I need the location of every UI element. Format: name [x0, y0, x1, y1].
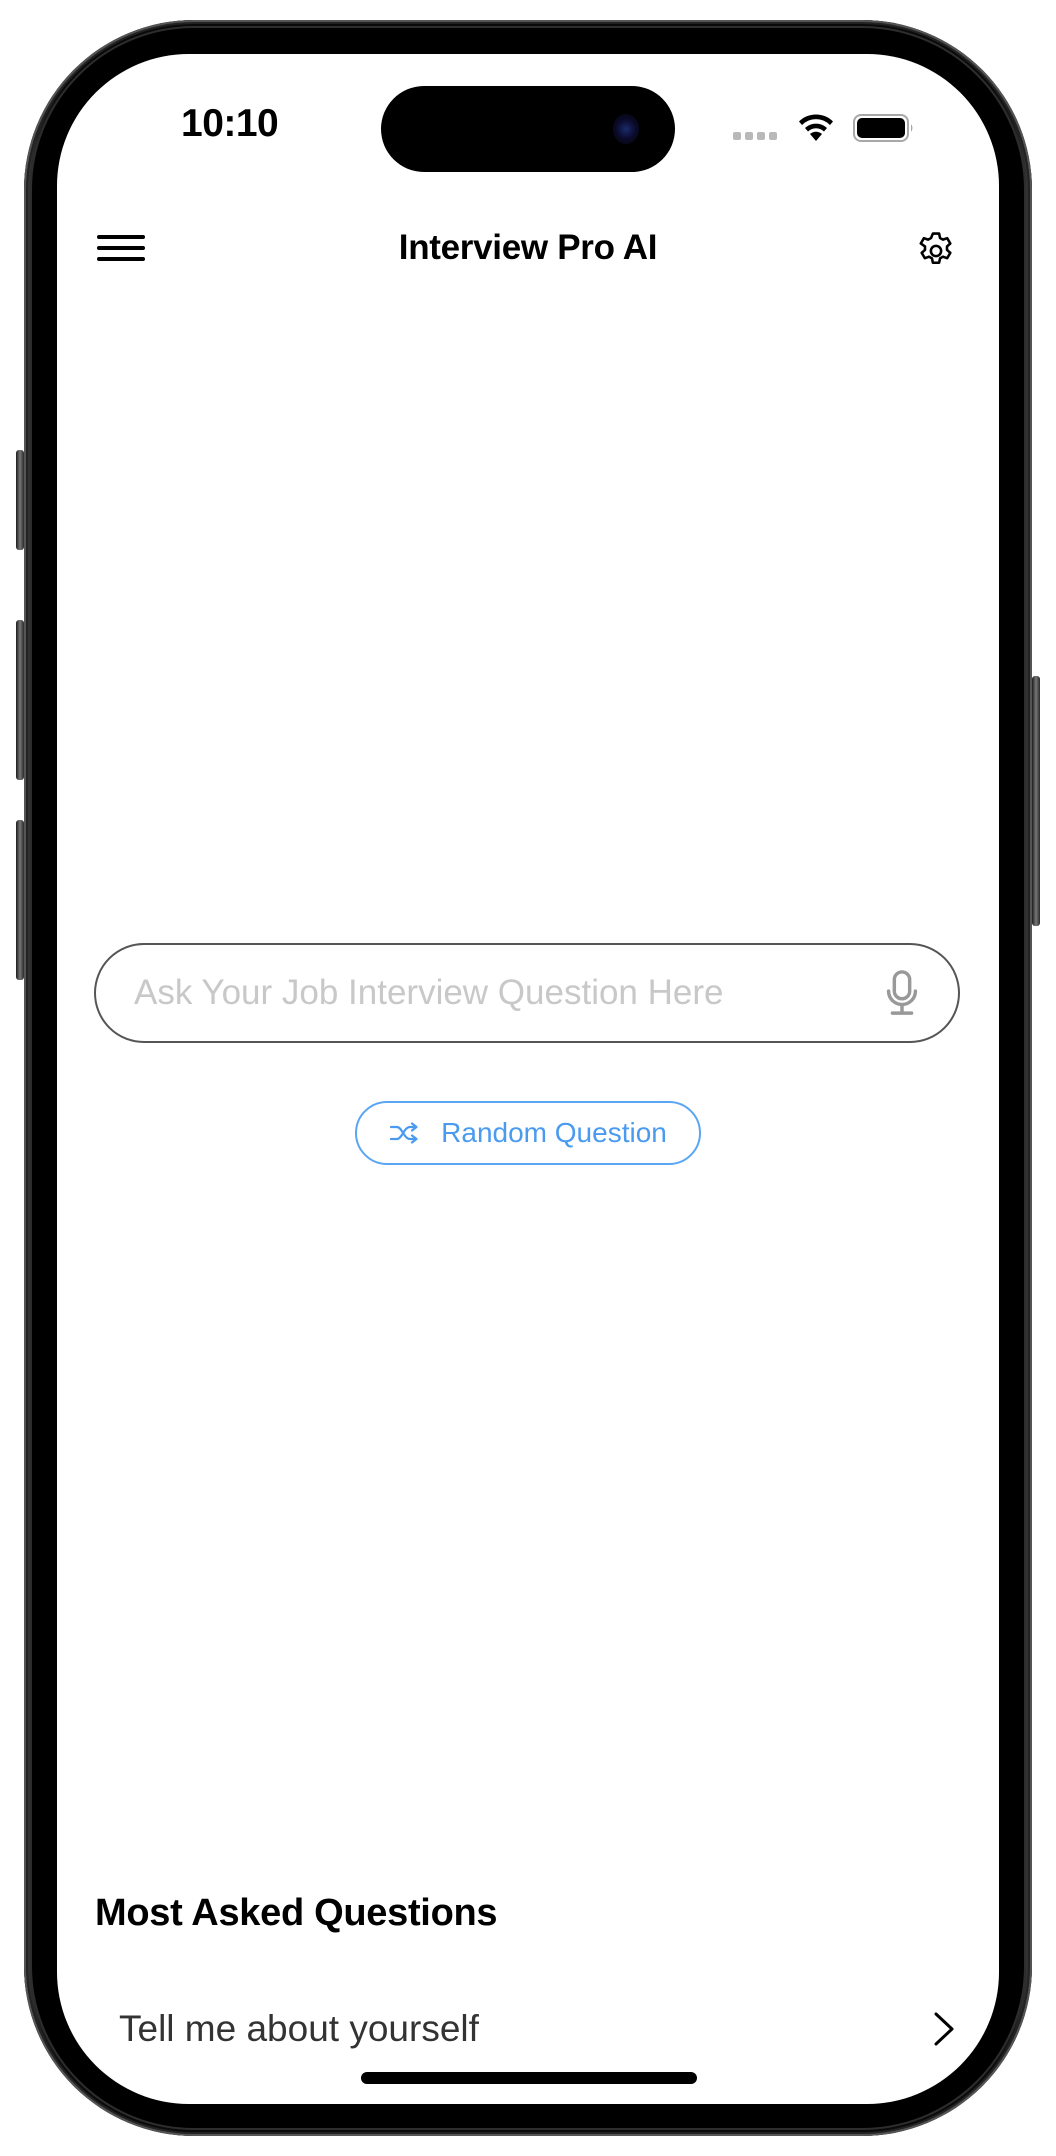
action-button: [16, 450, 24, 550]
volume-down-button: [16, 820, 24, 980]
shuffle-icon: [390, 1122, 418, 1144]
question-list-item[interactable]: Tell me about yourself: [95, 1994, 961, 2064]
status-time: 10:10: [181, 102, 279, 145]
most-asked-heading: Most Asked Questions: [95, 1892, 498, 1934]
gear-icon[interactable]: [914, 229, 958, 273]
question-search-box: [94, 943, 960, 1043]
battery-icon: [853, 114, 913, 142]
wifi-icon: [799, 114, 833, 141]
question-label: Tell me about yourself: [119, 2008, 479, 2049]
dynamic-island: [381, 86, 675, 172]
page-title: Interview Pro AI: [398, 228, 658, 267]
front-camera: [613, 114, 639, 144]
power-button: [1032, 676, 1040, 926]
random-question-label: Random Question: [441, 1117, 667, 1148]
home-indicator[interactable]: [361, 2072, 697, 2084]
random-question-button[interactable]: Random Question: [355, 1101, 701, 1165]
signal-dots-icon: [733, 132, 777, 140]
microphone-icon[interactable]: [882, 970, 922, 1016]
app-screen: 10:10 Interview Pro AI Ask Your Job Inte…: [57, 54, 999, 2104]
volume-up-button: [16, 620, 24, 780]
question-input[interactable]: [96, 962, 882, 1024]
chevron-right-icon: [934, 2012, 954, 2046]
